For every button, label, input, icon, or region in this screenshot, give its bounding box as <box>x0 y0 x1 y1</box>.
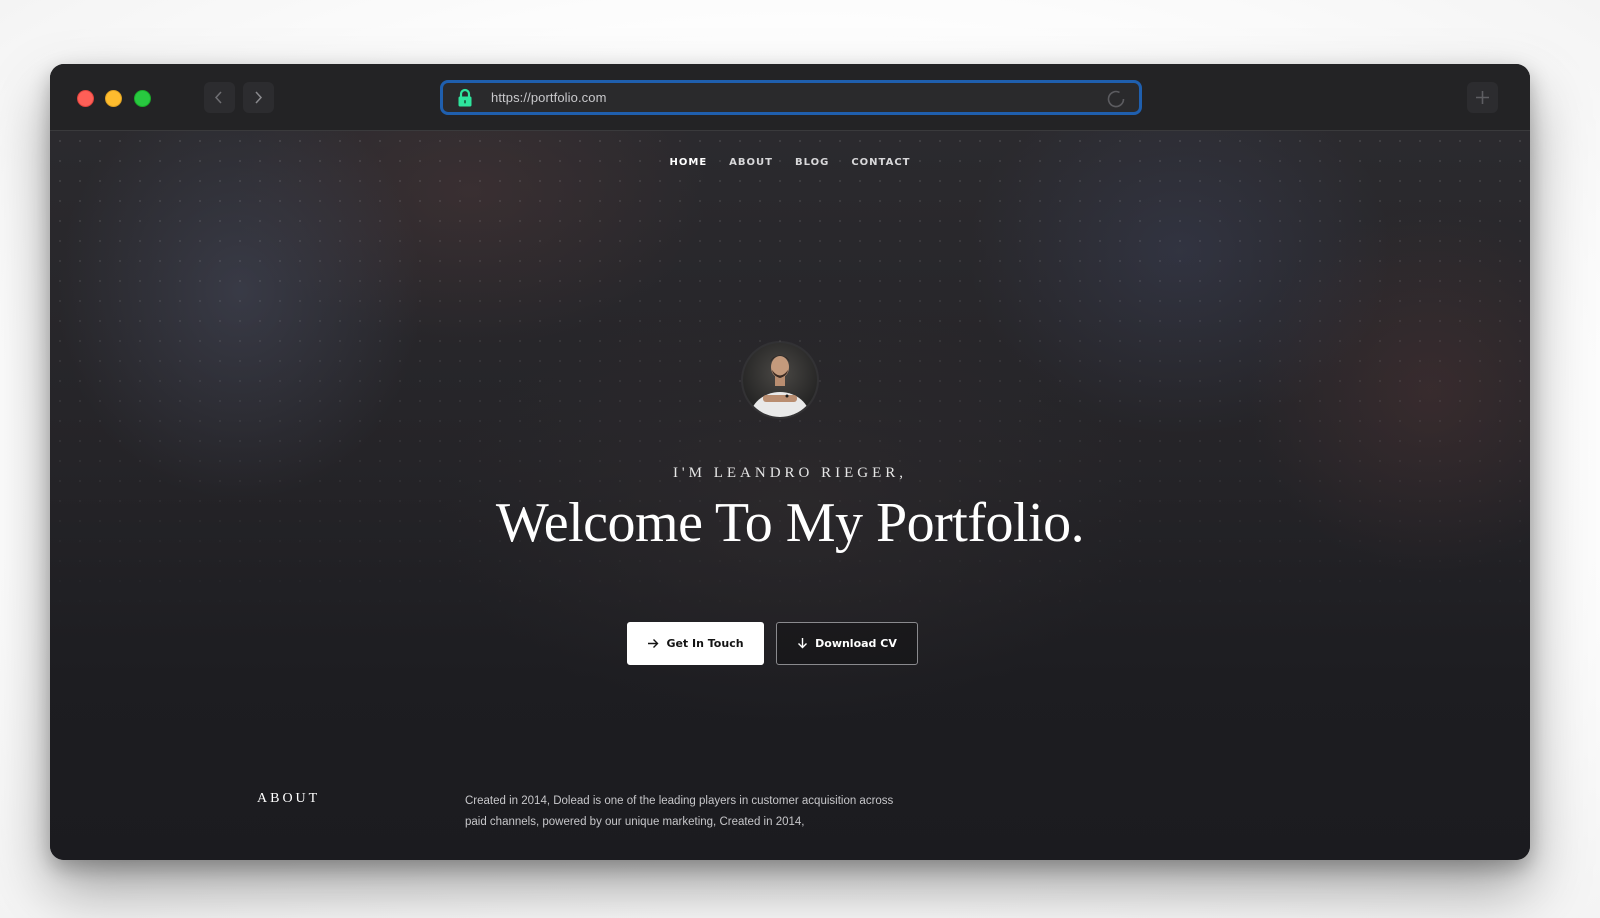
profile-photo <box>743 343 817 417</box>
lock-icon <box>458 88 472 107</box>
close-window-button[interactable] <box>77 90 94 107</box>
nav-contact[interactable]: CONTACT <box>851 157 910 168</box>
minimize-window-button[interactable] <box>105 90 122 107</box>
nav-blog[interactable]: BLOG <box>795 157 829 168</box>
reload-icon[interactable] <box>1105 88 1127 110</box>
download-cv-button[interactable]: Download CV <box>776 622 918 665</box>
chevron-left-icon <box>214 91 222 104</box>
screenshot-stage: https://portfolio.com HOME ABOUT BLOG CO… <box>0 0 1600 918</box>
about-section-title: ABOUT <box>257 791 321 806</box>
download-cv-label: Download CV <box>815 637 897 650</box>
plus-icon <box>1476 91 1489 104</box>
hero-headline: Welcome To My Portfolio. <box>495 492 1085 554</box>
get-in-touch-button[interactable]: Get In Touch <box>627 622 764 665</box>
arrow-down-icon <box>798 638 808 649</box>
about-section-text: Created in 2014, Dolead is one of the le… <box>465 795 894 828</box>
site-navigation: HOME ABOUT BLOG CONTACT <box>50 157 1530 168</box>
hero-intro: I'M LEANDRO RIEGER, <box>672 465 908 481</box>
browser-toolbar: https://portfolio.com <box>50 64 1530 131</box>
address-bar[interactable]: https://portfolio.com <box>440 80 1142 115</box>
browser-window: https://portfolio.com HOME ABOUT BLOG CO… <box>50 64 1530 860</box>
back-button[interactable] <box>204 82 235 113</box>
forward-button[interactable] <box>243 82 274 113</box>
get-in-touch-label: Get In Touch <box>666 637 744 650</box>
url-text: https://portfolio.com <box>491 90 607 105</box>
arrow-right-icon <box>648 638 659 648</box>
portfolio-page: HOME ABOUT BLOG CONTACT I'M LEANDRO RIEG… <box>50 131 1530 860</box>
zoom-window-button[interactable] <box>134 90 151 107</box>
nav-home[interactable]: HOME <box>670 157 708 168</box>
chevron-right-icon <box>255 91 263 104</box>
nav-about[interactable]: ABOUT <box>729 157 773 168</box>
avatar <box>743 343 817 417</box>
new-tab-button[interactable] <box>1467 82 1498 113</box>
